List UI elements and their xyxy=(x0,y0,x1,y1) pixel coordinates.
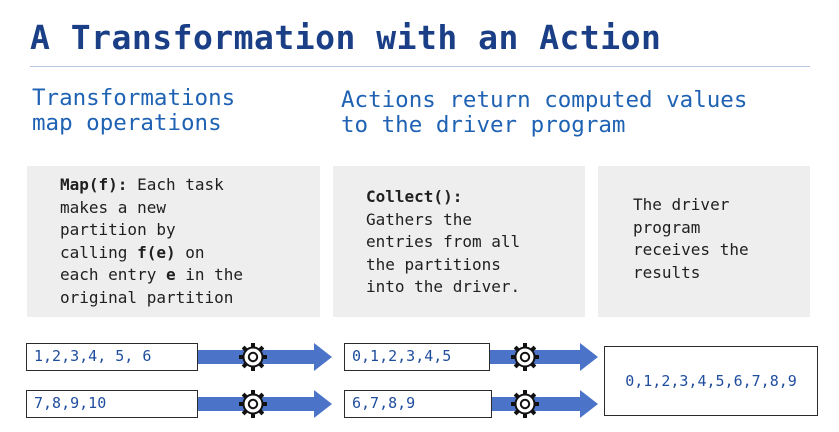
driver-result: 0,1,2,3,4,5,6,7,8,9 xyxy=(604,346,818,416)
gear-icon xyxy=(237,341,269,373)
gear-icon xyxy=(509,341,541,373)
arrow-row-1-collect xyxy=(488,343,598,371)
gear-icon xyxy=(237,388,269,420)
gear-icon xyxy=(509,388,541,420)
mapped-partition-1: 0,1,2,3,4,5 xyxy=(344,343,490,371)
arrow-row-2-collect xyxy=(490,390,598,418)
input-partition-1: 1,2,3,4, 5, 6 xyxy=(26,343,198,371)
input-partition-2: 7,8,9,10 xyxy=(26,390,198,418)
mapped-partition-2: 6,7,8,9 xyxy=(344,390,492,418)
